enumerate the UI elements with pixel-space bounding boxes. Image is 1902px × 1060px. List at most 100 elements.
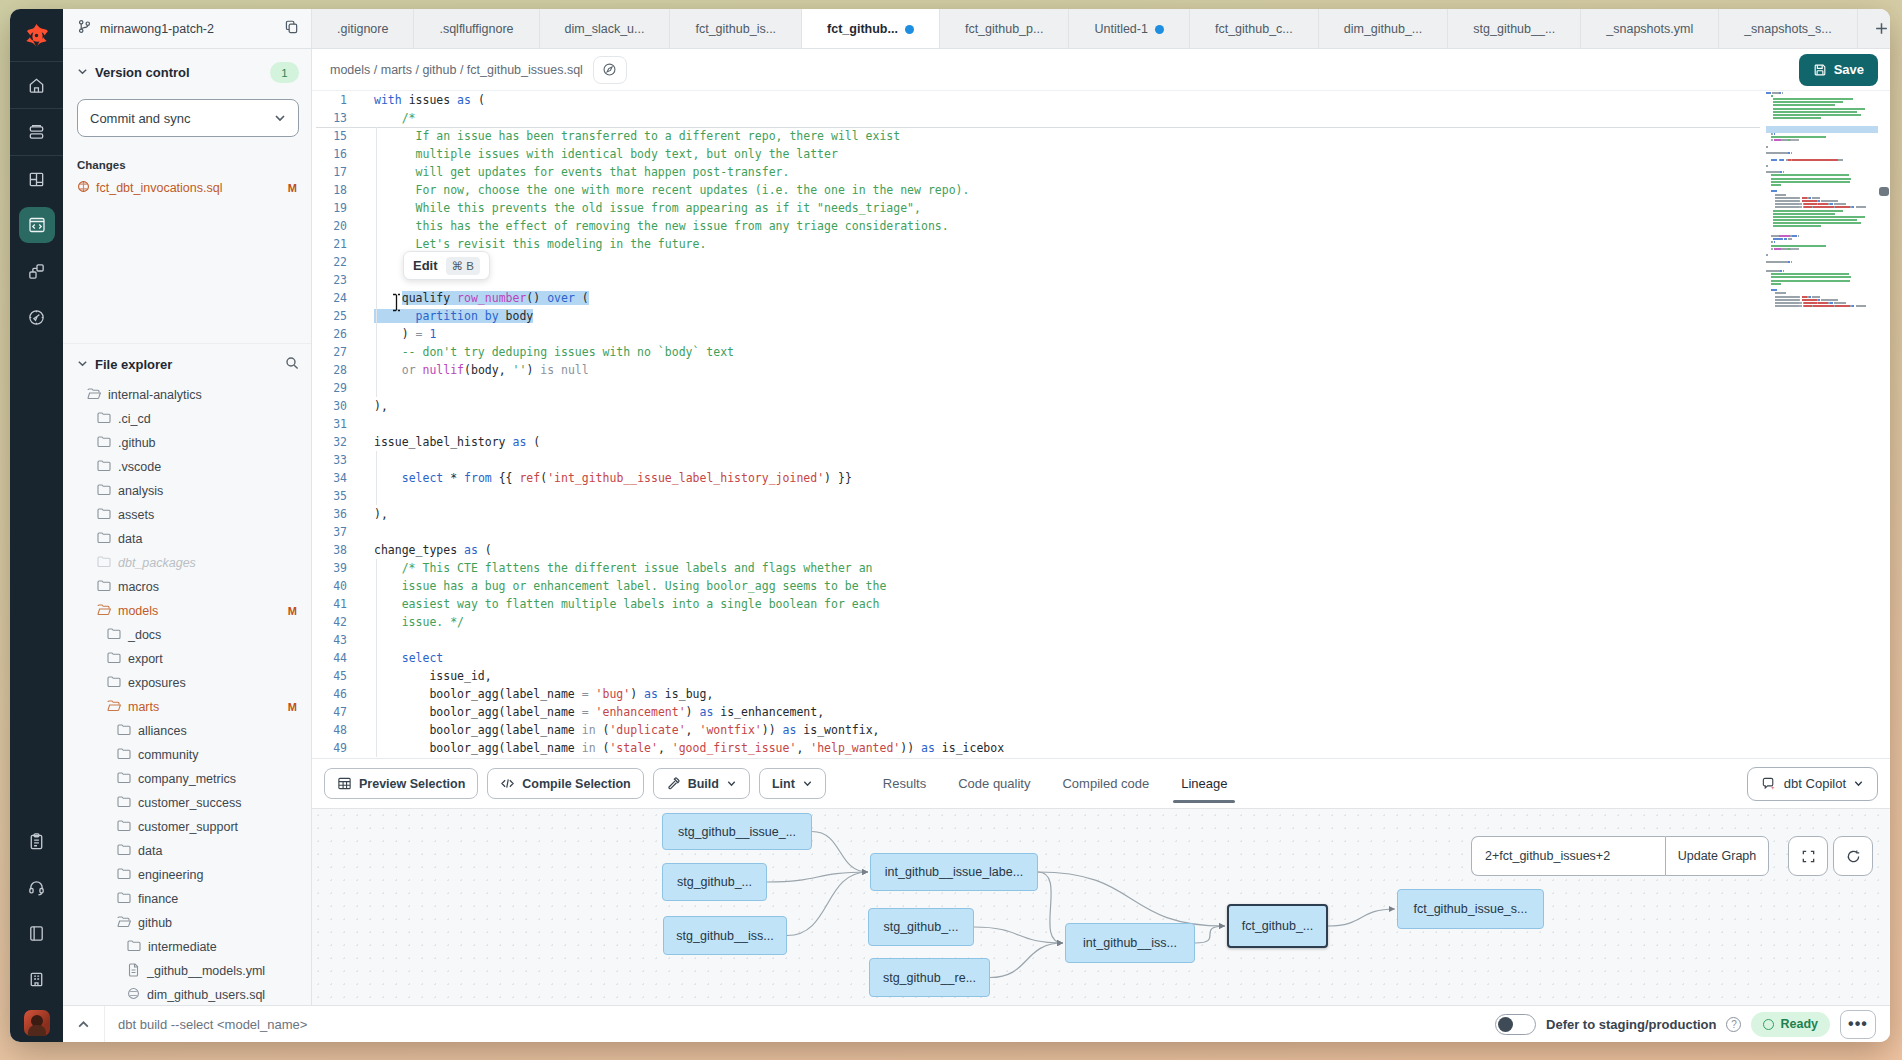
layers-icon[interactable] xyxy=(10,109,63,155)
new-tab-button[interactable] xyxy=(1858,9,1890,48)
refresh-button[interactable] xyxy=(1833,836,1873,876)
tab-Untitled-1[interactable]: Untitled-1 xyxy=(1069,9,1190,48)
changes-label: Changes xyxy=(77,159,299,171)
lineage-node-fct_github_issue_s[interactable]: fct_github_issue_s... xyxy=(1397,889,1544,929)
tree-item-data[interactable]: data xyxy=(63,839,311,863)
minimap[interactable] xyxy=(1766,91,1878,741)
tab-stg_github__[interactable]: stg_github__... xyxy=(1448,9,1581,48)
help-icon[interactable]: ? xyxy=(1726,1017,1741,1032)
tree-item-github[interactable]: github xyxy=(63,911,311,935)
tree-item-.ci_cd[interactable]: .ci_cd xyxy=(63,407,311,431)
compass-icon[interactable] xyxy=(10,294,63,340)
tab-_snapshots_s[interactable]: _snapshots_s... xyxy=(1719,9,1858,48)
copy-branch-icon[interactable] xyxy=(284,19,299,38)
lineage-node-stg_github_[interactable]: stg_github_... xyxy=(662,863,767,901)
lineage-node-stg_github__iss[interactable]: stg_github__iss... xyxy=(663,916,787,955)
dbt-copilot-button[interactable]: dbt Copilot xyxy=(1747,767,1878,801)
tab-fct_github_p[interactable]: fct_github_p... xyxy=(940,9,1070,48)
folder-icon xyxy=(117,723,131,739)
folder-icon xyxy=(97,555,111,571)
panel-tab-code-quality[interactable]: Code quality xyxy=(958,759,1030,808)
tab-fct_github_c[interactable]: fct_github_c... xyxy=(1190,9,1319,48)
command-input[interactable]: dbt build --select <model_name> xyxy=(118,1017,307,1032)
tree-item-dbt_packages[interactable]: dbt_packages xyxy=(63,551,311,575)
tree-item-customer_success[interactable]: customer_success xyxy=(63,791,311,815)
code-editor[interactable]: 1with issues as (13 /*15 If an issue has… xyxy=(312,91,1890,758)
tree-item-data[interactable]: data xyxy=(63,527,311,551)
lineage-node-stg_github_[interactable]: stg_github_... xyxy=(868,908,974,946)
tab-gitignore[interactable]: .gitignore xyxy=(312,9,414,48)
tree-item-customer_support[interactable]: customer_support xyxy=(63,815,311,839)
tree-item-macros[interactable]: macros xyxy=(63,575,311,599)
avatar[interactable] xyxy=(24,1010,50,1036)
code-line-28: 28 or nullif(body, '') is null xyxy=(312,361,1890,379)
tree-item-_github__models.yml[interactable]: _github__models.yml xyxy=(63,959,311,983)
develop-icon[interactable] xyxy=(19,207,55,243)
code-line-36: 36), xyxy=(312,505,1890,523)
edit-popover[interactable]: Edit⌘ B xyxy=(403,251,490,280)
more-options-button[interactable]: ••• xyxy=(1840,1010,1876,1039)
tree-item-analysis[interactable]: analysis xyxy=(63,479,311,503)
tree-item-dim_github_users.sql[interactable]: dim_github_users.sql xyxy=(63,983,311,1005)
tree-item-intermediate[interactable]: intermediate xyxy=(63,935,311,959)
panel-tab-compiled-code[interactable]: Compiled code xyxy=(1062,759,1149,808)
dbt-logo[interactable] xyxy=(10,9,63,61)
tree-item-community[interactable]: community xyxy=(63,743,311,767)
chevron-down-icon[interactable] xyxy=(77,65,88,80)
branch-header[interactable]: mirnawong1-patch-2 xyxy=(63,9,312,48)
lineage-node-stg_github__re[interactable]: stg_github__re... xyxy=(869,958,990,997)
tree-item-.vscode[interactable]: .vscode xyxy=(63,455,311,479)
book-icon[interactable] xyxy=(10,910,63,956)
tab-fct_github_is[interactable]: fct_github_is... xyxy=(670,9,802,48)
compile-selection-button[interactable]: Compile Selection xyxy=(487,768,643,799)
expand-command-icon[interactable] xyxy=(63,1006,105,1042)
panel-tab-results[interactable]: Results xyxy=(883,759,926,808)
clipboard-icon[interactable] xyxy=(10,818,63,864)
fork-icon[interactable] xyxy=(10,248,63,294)
fullscreen-button[interactable] xyxy=(1788,836,1828,876)
model-icon xyxy=(127,987,140,1003)
home-icon[interactable] xyxy=(10,62,63,108)
update-graph-button[interactable]: Update Graph xyxy=(1665,836,1769,876)
lineage-node-stg_github__issue_[interactable]: stg_github__issue_... xyxy=(662,813,812,850)
preview-selection-button[interactable]: Preview Selection xyxy=(324,768,478,799)
tree-item-export[interactable]: export xyxy=(63,647,311,671)
lineage-node-int_github__iss[interactable]: int_github__iss... xyxy=(1065,923,1195,963)
tree-item-.github[interactable]: .github xyxy=(63,431,311,455)
tree-item-exposures[interactable]: exposures xyxy=(63,671,311,695)
tree-item-_docs[interactable]: _docs xyxy=(63,623,311,647)
grid-icon[interactable] xyxy=(10,156,63,202)
file-explorer-header[interactable]: File explorer xyxy=(63,344,311,373)
lint-button[interactable]: Lint xyxy=(759,768,826,799)
code-line-42: 42 issue. */ xyxy=(312,613,1890,631)
tree-item-internal-analytics[interactable]: internal-analytics xyxy=(63,383,311,407)
lineage-node-int_github__issue_labe[interactable]: int_github__issue_labe... xyxy=(870,853,1038,891)
build-button[interactable]: Build xyxy=(653,768,750,799)
tab-fct_github[interactable]: fct_github... xyxy=(802,9,940,48)
defer-toggle[interactable] xyxy=(1495,1014,1536,1035)
tab-sqlfluffignore[interactable]: .sqlfluffignore xyxy=(414,9,539,48)
changed-file-row[interactable]: fct_dbt_invocations.sql M xyxy=(77,180,299,196)
code-line-13: 13 /* xyxy=(312,109,1890,127)
scrollbar-thumb[interactable] xyxy=(1879,187,1889,196)
save-button[interactable]: Save xyxy=(1799,54,1878,86)
lineage-query-input[interactable]: 2+fct_github_issues+2 xyxy=(1471,836,1665,876)
tab-dim_slack_u[interactable]: dim_slack_u... xyxy=(540,9,671,48)
folder-icon xyxy=(117,795,131,811)
tree-item-finance[interactable]: finance xyxy=(63,887,311,911)
tree-item-marts[interactable]: martsM xyxy=(63,695,311,719)
headset-icon[interactable] xyxy=(10,864,63,910)
tree-item-assets[interactable]: assets xyxy=(63,503,311,527)
tree-item-company_metrics[interactable]: company_metrics xyxy=(63,767,311,791)
file-link-icon[interactable] xyxy=(593,56,627,84)
tab-_snapshotsyml[interactable]: _snapshots.yml xyxy=(1581,9,1719,48)
lineage-node-fct_github_[interactable]: fct_github_... xyxy=(1227,904,1328,948)
panel-tab-lineage[interactable]: Lineage xyxy=(1181,759,1227,808)
building-icon[interactable] xyxy=(10,956,63,1002)
tree-item-engineering[interactable]: engineering xyxy=(63,863,311,887)
tree-item-models[interactable]: modelsM xyxy=(63,599,311,623)
tree-item-alliances[interactable]: alliances xyxy=(63,719,311,743)
commit-and-sync-button[interactable]: Commit and sync xyxy=(77,99,299,137)
search-icon[interactable] xyxy=(285,356,299,373)
tab-dim_github_[interactable]: dim_github_... xyxy=(1319,9,1449,48)
